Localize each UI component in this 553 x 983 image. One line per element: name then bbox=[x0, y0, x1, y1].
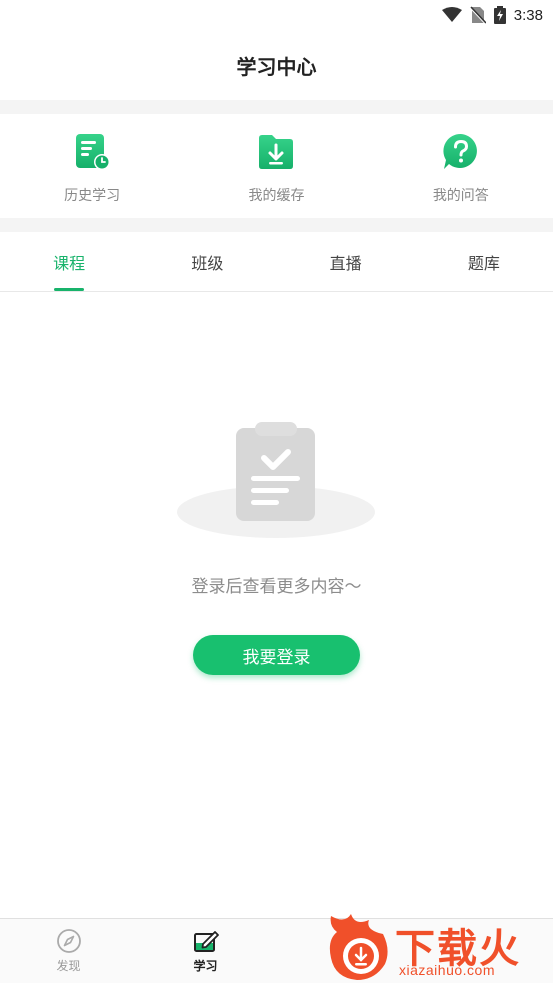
history-document-icon bbox=[72, 132, 112, 172]
tab-question-bank-label: 题库 bbox=[467, 253, 500, 273]
quick-actions: 历史学习 我的缓存 我的问答 bbox=[0, 114, 553, 218]
history-learning-label: 历史学习 bbox=[64, 188, 121, 204]
bottom-nav: 发现 学习 bbox=[0, 918, 553, 983]
wifi-icon bbox=[441, 7, 462, 22]
empty-state-message: 登录后查看更多内容～ bbox=[191, 577, 362, 597]
tab-question-bank[interactable]: 题库 bbox=[415, 232, 553, 291]
app-header: 学习中心 bbox=[0, 30, 553, 100]
my-qa-label: 我的问答 bbox=[432, 188, 489, 204]
tab-courses-label: 课程 bbox=[53, 253, 86, 273]
active-tab-indicator bbox=[54, 288, 85, 291]
content-tabs: 课程 班级 直播 题库 bbox=[0, 232, 553, 292]
empty-state: 登录后查看更多内容～ 我要登录 bbox=[0, 292, 553, 918]
section-divider bbox=[0, 218, 553, 232]
tab-live[interactable]: 直播 bbox=[277, 232, 415, 291]
compass-icon bbox=[56, 929, 81, 953]
nav-discover-label: 发现 bbox=[56, 959, 81, 973]
section-divider bbox=[0, 100, 553, 114]
tab-live-label: 直播 bbox=[329, 253, 362, 273]
my-cache-label: 我的缓存 bbox=[248, 188, 305, 204]
battery-charging-icon bbox=[493, 6, 506, 24]
history-learning-button[interactable]: 历史学习 bbox=[0, 114, 184, 218]
my-qa-button[interactable]: 我的问答 bbox=[369, 114, 553, 218]
nav-study-label: 学习 bbox=[193, 959, 218, 973]
tab-classes-label: 班级 bbox=[191, 253, 224, 273]
edit-note-icon bbox=[193, 931, 219, 952]
my-cache-button[interactable]: 我的缓存 bbox=[184, 114, 368, 218]
nav-item-study[interactable]: 学习 bbox=[137, 919, 274, 983]
page-title: 学习中心 bbox=[236, 54, 317, 79]
status-time: 3:38 bbox=[513, 6, 543, 24]
clipboard-check-icon bbox=[177, 422, 375, 538]
download-folder-icon bbox=[256, 132, 296, 172]
question-chat-icon bbox=[441, 132, 481, 172]
no-sim-icon bbox=[469, 6, 486, 24]
status-bar: 3:38 bbox=[0, 0, 553, 30]
tab-classes[interactable]: 班级 bbox=[138, 232, 276, 291]
nav-item-discover[interactable]: 发现 bbox=[0, 919, 137, 983]
tab-courses[interactable]: 课程 bbox=[0, 232, 138, 291]
login-button[interactable]: 我要登录 bbox=[193, 635, 360, 675]
